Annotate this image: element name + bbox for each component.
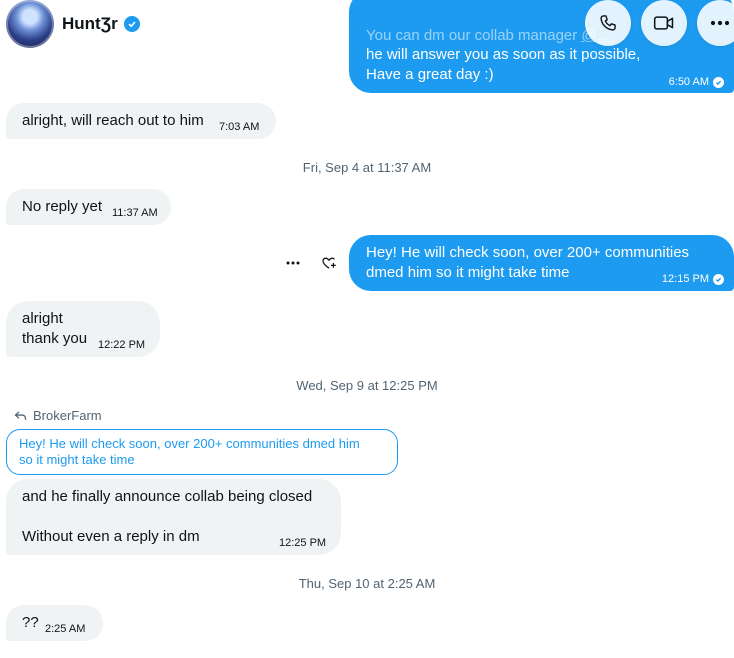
message-text: Hey! He will check soon, over 200+ commu… — [366, 244, 690, 261]
more-icon — [286, 261, 300, 265]
reply-arrow-icon — [14, 410, 27, 420]
message-text: thank you — [22, 330, 88, 347]
quoted-text: Hey! He will check soon, over 200+ commu… — [19, 436, 360, 451]
message-outgoing[interactable]: Hey! He will check soon, over 200+ commu… — [349, 235, 734, 291]
message-timestamp: 11:37 AM — [112, 207, 158, 219]
message-text: Have a great day :) — [366, 66, 494, 83]
message-incoming[interactable]: and he finally announce collab being clo… — [6, 479, 341, 555]
contact-name-row[interactable]: HuntƷr — [62, 14, 140, 34]
message-timestamp: 6:50 AM — [669, 72, 724, 92]
react-button[interactable] — [318, 252, 340, 274]
avatar[interactable] — [6, 0, 54, 48]
message-text: alright, will reach out to him — [22, 112, 204, 129]
date-divider: Fri, Sep 4 at 11:37 AM — [302, 160, 432, 175]
message-text: dmed him so it might take time — [366, 264, 570, 281]
message-timestamp: 12:22 PM — [98, 339, 146, 351]
message-incoming[interactable]: No reply yet 11:37 AM — [6, 189, 171, 225]
message-timestamp: 7:03 AM — [219, 121, 260, 133]
message-incoming[interactable]: alright thank you 12:22 PM — [6, 301, 160, 357]
message-timestamp: 12:25 PM — [279, 537, 327, 549]
message-text: and he finally announce collab being clo… — [22, 488, 313, 505]
message-incoming[interactable]: alright, will reach out to him 7:03 AM — [6, 103, 276, 139]
read-receipt-icon — [713, 273, 724, 285]
quoted-text: so it might take time — [19, 452, 135, 467]
message-text: ?? — [22, 614, 39, 631]
message-more-button[interactable] — [282, 252, 304, 274]
read-receipt-icon — [713, 76, 724, 88]
verified-badge-icon — [123, 16, 140, 32]
message-text: No reply yet — [22, 198, 103, 215]
message-incoming[interactable]: ?? 2:25 AM — [6, 605, 103, 641]
reply-context: BrokerFarm — [14, 408, 102, 423]
message-timestamp: 2:25 AM — [45, 623, 86, 635]
quoted-message[interactable]: Hey! He will check soon, over 200+ commu… — [6, 429, 398, 475]
reply-to-name: BrokerFarm — [33, 408, 102, 423]
date-divider: Thu, Sep 10 at 2:25 AM — [298, 576, 436, 591]
heart-plus-icon — [322, 257, 336, 269]
message-text: alright — [22, 310, 63, 327]
contact-name[interactable]: HuntƷr — [62, 14, 118, 34]
message-text: Without even a reply in dm — [22, 528, 200, 545]
message-timestamp: 12:15 PM — [662, 269, 724, 289]
conversation-header: HuntƷr — [0, 0, 734, 52]
date-divider: Wed, Sep 9 at 12:25 PM — [296, 378, 438, 393]
